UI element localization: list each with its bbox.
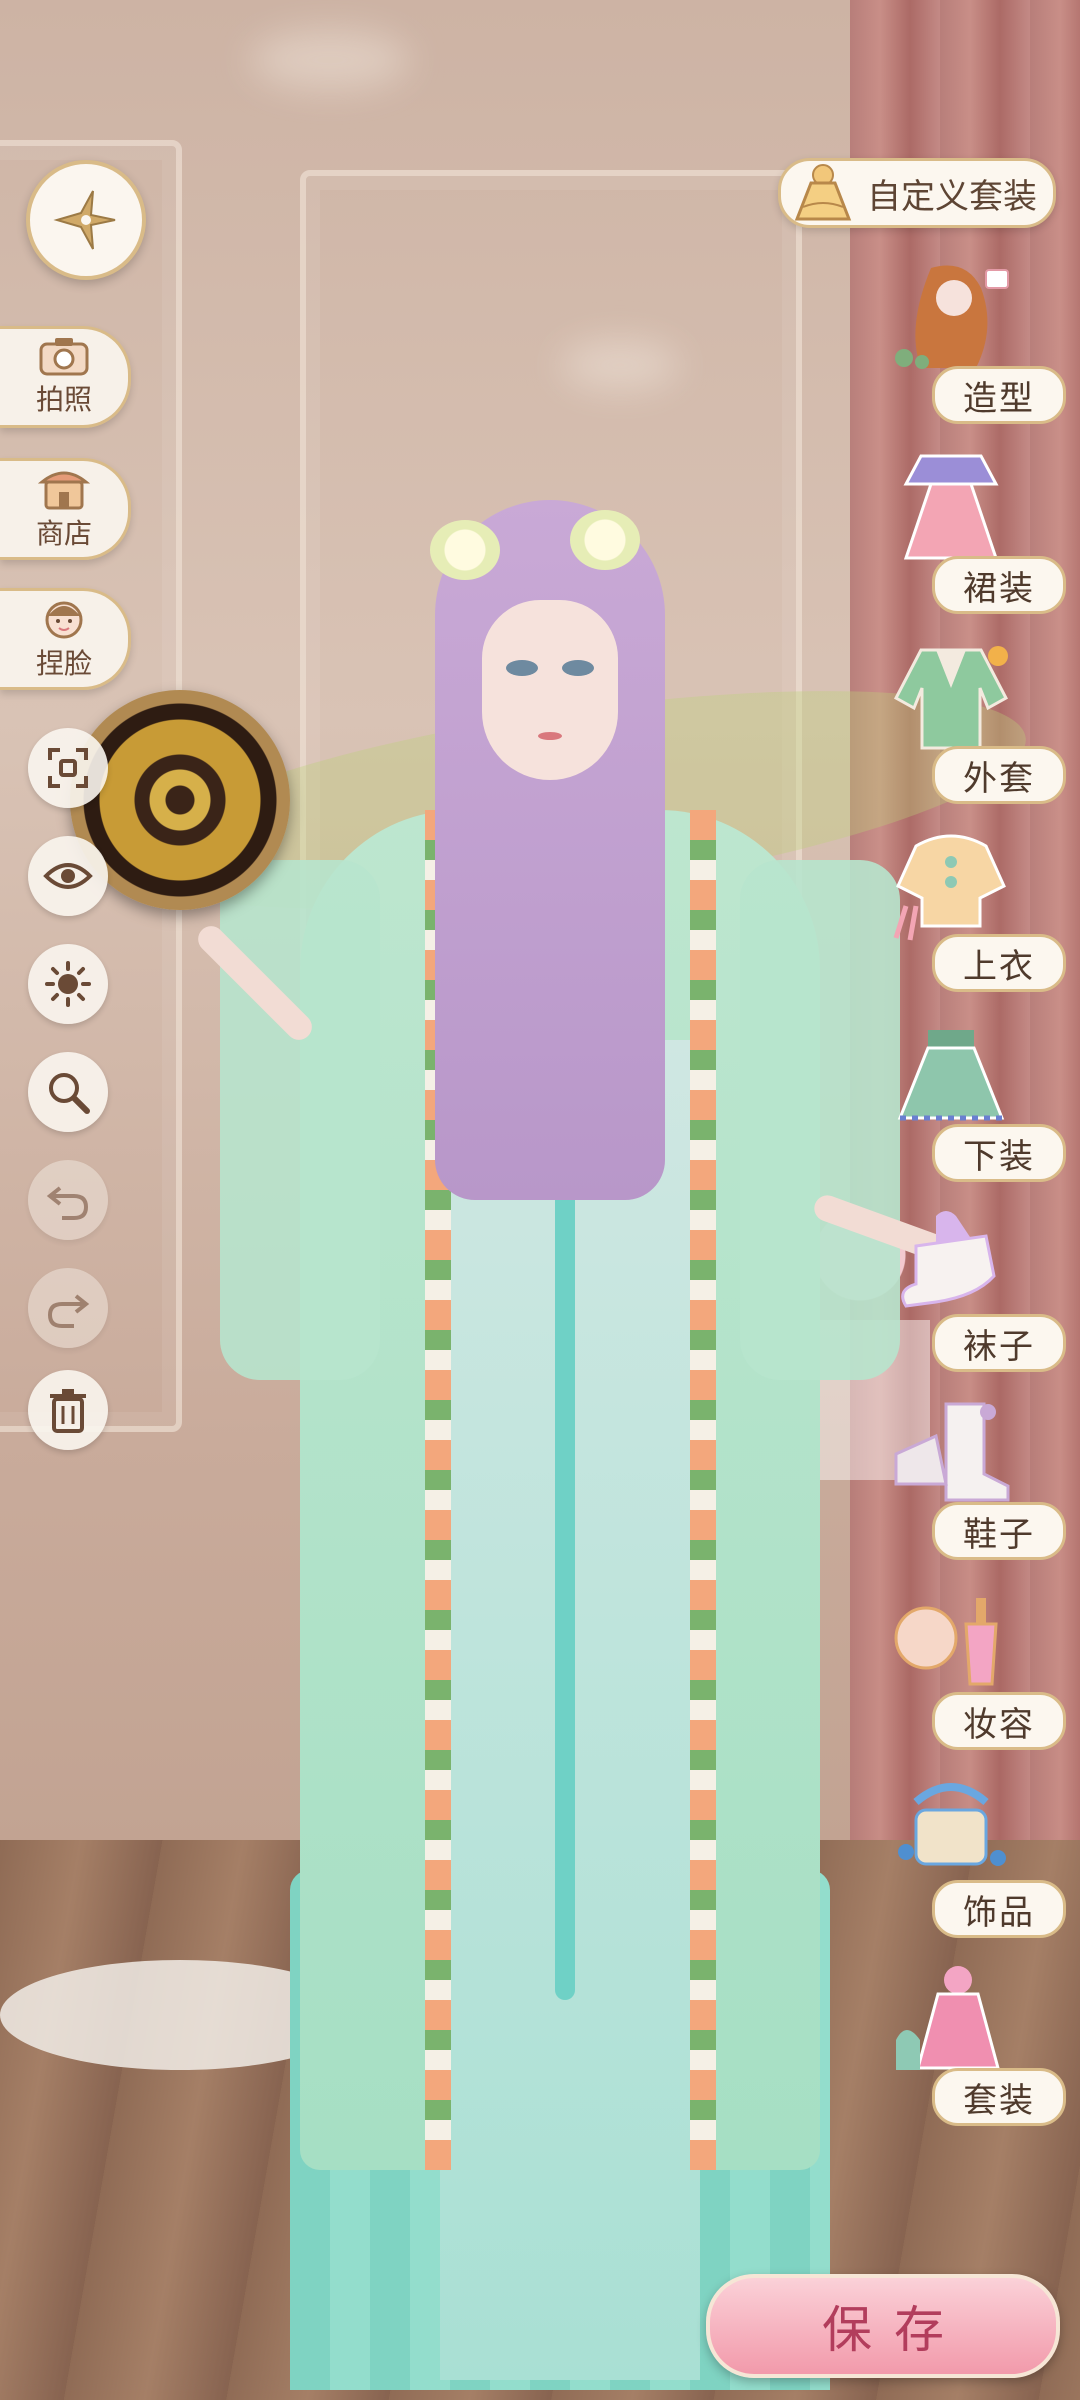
category-label: 妆容: [963, 1704, 1035, 1745]
category-top[interactable]: 上衣: [862, 826, 1066, 996]
light-glow: [250, 30, 410, 90]
shop-button[interactable]: 商店: [0, 458, 131, 560]
shop-label: 商店: [35, 517, 92, 550]
category-tag: 下装: [932, 1124, 1066, 1182]
fullscreen-icon: [48, 748, 88, 788]
category-tag: 妆容: [932, 1692, 1066, 1750]
category-label: 袜子: [963, 1326, 1035, 1367]
outfit-set-icon: [896, 1966, 1000, 2070]
right-eye: [562, 660, 594, 676]
dress-icon: [794, 164, 852, 221]
skirt-icon: [897, 1030, 1005, 1121]
face-icon: [45, 601, 83, 639]
left-sleeve: [220, 860, 380, 1380]
category-tag: 造型: [932, 366, 1066, 424]
category-accessories[interactable]: 饰品: [862, 1772, 1066, 1942]
sash: [555, 1060, 575, 2000]
camera-icon: [39, 338, 89, 376]
face-edit-label: 捏脸: [35, 647, 92, 680]
category-makeup[interactable]: 妆容: [862, 1584, 1066, 1754]
character-model[interactable]: [121, 480, 1039, 2400]
delete-button[interactable]: [28, 1370, 108, 1450]
left-eye: [506, 660, 538, 676]
boots-icon: [894, 1402, 1010, 1502]
accessories-icon: [898, 1783, 1006, 1866]
category-outfit-set[interactable]: 套装: [862, 1960, 1066, 2130]
coat-icon: [893, 646, 1009, 750]
makeup-icon: [894, 1598, 998, 1686]
undo-button[interactable]: [28, 1160, 108, 1240]
category-tag: 上衣: [932, 934, 1066, 992]
light-glow: [560, 340, 680, 390]
category-tag: 套装: [932, 2068, 1066, 2126]
category-label: 下装: [963, 1136, 1035, 1177]
category-label: 套装: [963, 2080, 1035, 2121]
brightness-icon: [45, 961, 91, 1007]
hair-flower: [430, 520, 500, 580]
category-tag: 袜子: [932, 1314, 1066, 1372]
dress-item-icon: [903, 454, 999, 560]
category-tag: 饰品: [932, 1880, 1066, 1938]
category-label: 饰品: [963, 1892, 1035, 1933]
back-button[interactable]: [26, 160, 146, 280]
undo-icon: [46, 1186, 89, 1220]
zoom-button[interactable]: [28, 1052, 108, 1132]
photo-label: 拍照: [35, 383, 92, 416]
category-label: 外套: [963, 758, 1035, 799]
zoom-icon: [49, 1073, 90, 1114]
socks-icon: [901, 1211, 996, 1308]
face: [482, 600, 618, 780]
category-tag: 外套: [932, 746, 1066, 804]
shop-icon: [38, 471, 90, 510]
custom-outfit-button[interactable]: 自定义套装: [778, 158, 1056, 228]
custom-outfit-label: 自定义套装: [867, 176, 1037, 217]
coat-trim-right: [690, 810, 716, 2170]
lighting-button[interactable]: [28, 944, 108, 1024]
face-edit-button[interactable]: 捏脸: [0, 588, 131, 690]
photo-button[interactable]: 拍照: [0, 326, 131, 428]
category-hairstyle[interactable]: 造型: [862, 258, 1066, 428]
category-shoes[interactable]: 鞋子: [862, 1394, 1066, 1564]
category-label: 鞋子: [963, 1514, 1035, 1555]
fullscreen-button[interactable]: [28, 728, 108, 808]
category-label: 上衣: [963, 946, 1035, 987]
hair-flower: [570, 510, 640, 570]
category-tag: 鞋子: [932, 1502, 1066, 1560]
compass-star-icon: [53, 190, 116, 250]
redo-button[interactable]: [28, 1268, 108, 1348]
redo-icon: [47, 1294, 90, 1328]
mouth: [538, 732, 562, 740]
eye-icon: [43, 863, 93, 889]
category-coat[interactable]: 外套: [862, 638, 1066, 808]
hairstyle-icon: [895, 265, 1009, 369]
save-button[interactable]: 保存: [706, 2274, 1060, 2378]
category-dress[interactable]: 裙装: [862, 448, 1066, 618]
category-label: 裙装: [963, 568, 1035, 609]
category-label: 造型: [963, 378, 1035, 419]
save-label: 保存: [822, 2301, 966, 2359]
category-tag: 裙装: [932, 556, 1066, 614]
top-icon: [893, 834, 1006, 941]
category-bottoms[interactable]: 下装: [862, 1016, 1066, 1186]
hide-ui-button[interactable]: [28, 836, 108, 916]
category-socks[interactable]: 袜子: [862, 1206, 1066, 1376]
trash-icon: [50, 1389, 86, 1433]
